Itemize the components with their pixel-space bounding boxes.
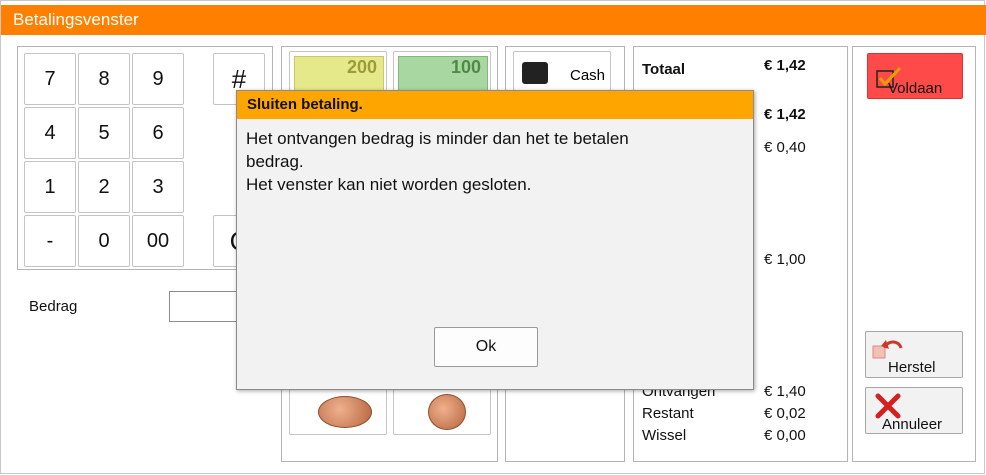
annuleer-label: Annuleer	[882, 416, 943, 433]
total-value: € 1,42	[764, 57, 806, 74]
cash-label: Cash	[570, 67, 606, 84]
window-title: Betalingsvenster	[1, 5, 986, 35]
key-2[interactable]: 2	[78, 161, 130, 213]
annuleer-button[interactable]: Annuleer	[865, 387, 963, 434]
key-6[interactable]: 6	[132, 107, 184, 159]
dialog-message-line1: Het ontvangen bedrag is minder dan het t…	[246, 129, 629, 148]
actions-panel: Voldaan Herstel Annuleer	[852, 46, 976, 462]
payment-window: Betalingsvenster 7 8 9 4 5 6 1 2 3 - 0 0…	[0, 0, 986, 474]
key-7[interactable]: 7	[24, 53, 76, 105]
banknote-200-button[interactable]: 200	[289, 51, 387, 91]
dialog-message-line3: Het venster kan niet worden gesloten.	[246, 175, 532, 194]
coin-2-cent-button[interactable]	[289, 387, 387, 435]
coin-2-cent-icon	[318, 396, 372, 428]
key-1[interactable]: 1	[24, 161, 76, 213]
amount-label: Bedrag	[29, 298, 78, 315]
voldaan-button[interactable]: Voldaan	[867, 53, 963, 99]
key-9[interactable]: 9	[132, 53, 184, 105]
dialog-message-line2: bedrag.	[246, 152, 304, 171]
received-value: € 1,40	[764, 383, 806, 400]
key-8[interactable]: 8	[78, 53, 130, 105]
summary-row2-value: € 1,42	[764, 106, 806, 123]
key-4[interactable]: 4	[24, 107, 76, 159]
cash-icon	[522, 62, 548, 84]
remaining-value: € 0,02	[764, 405, 806, 422]
keypad-panel: 7 8 9 4 5 6 1 2 3 - 0 00 # C	[17, 46, 273, 270]
banknote-100-value: 100	[450, 57, 481, 77]
key-5[interactable]: 5	[78, 107, 130, 159]
amount-input[interactable]	[169, 291, 239, 322]
summary-row4-value: € 1,00	[764, 251, 806, 268]
summary-row3-value: € 0,40	[764, 139, 806, 156]
banknote-200-value: 200	[346, 57, 377, 77]
voldaan-label: Voldaan	[888, 80, 943, 97]
key-3[interactable]: 3	[132, 161, 184, 213]
change-value: € 0,00	[764, 427, 806, 444]
coin-1-cent-button[interactable]	[393, 387, 491, 435]
key-minus[interactable]: -	[24, 215, 76, 267]
banknote-200-icon: 200	[294, 56, 384, 90]
coin-1-cent-icon	[428, 394, 466, 430]
dialog-message: Het ontvangen bedrag is minder dan het t…	[246, 127, 736, 196]
cash-button[interactable]: Cash	[513, 51, 611, 91]
key-0[interactable]: 0	[78, 215, 130, 267]
remaining-label: Restant	[642, 405, 694, 422]
banknote-100-button[interactable]: 100	[393, 51, 491, 91]
herstel-button[interactable]: Herstel	[865, 331, 963, 378]
close-payment-dialog: Sluiten betaling. Het ontvangen bedrag i…	[236, 90, 754, 390]
herstel-label: Herstel	[888, 359, 936, 376]
banknote-100-icon: 100	[398, 56, 488, 90]
ok-button[interactable]: Ok	[434, 327, 538, 367]
key-00[interactable]: 00	[132, 215, 184, 267]
change-label: Wissel	[642, 427, 687, 444]
total-label: Totaal	[642, 61, 686, 78]
dialog-title: Sluiten betaling.	[237, 91, 753, 119]
